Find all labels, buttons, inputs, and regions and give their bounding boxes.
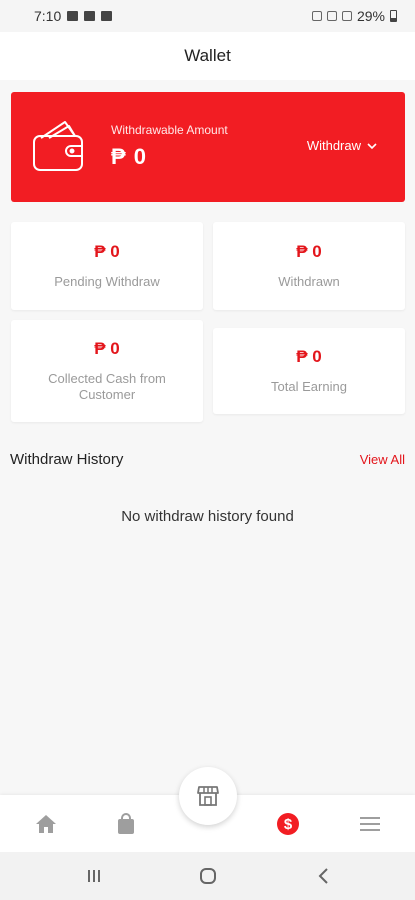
chevron-down-icon: [367, 142, 377, 149]
system-home-button[interactable]: [196, 866, 220, 886]
status-left: 7:10: [34, 8, 113, 24]
home-icon: [36, 815, 56, 833]
withdraw-label: Withdraw: [306, 138, 361, 153]
wallet-card: Withdrawable Amount ₱ 0 Withdraw: [11, 92, 405, 202]
pending-withdraw-value: ₱ 0: [94, 242, 120, 261]
system-home-icon: [200, 868, 216, 884]
total-earning-label: Total Earning: [271, 379, 347, 394]
store-button[interactable]: [179, 767, 237, 825]
status-time: 7:10: [34, 8, 62, 24]
store-icon: [197, 786, 219, 806]
system-back-button[interactable]: [312, 866, 336, 886]
menu-icon: [360, 817, 380, 831]
collected-cash-value: ₱ 0: [94, 339, 120, 358]
page-title: Wallet: [184, 46, 231, 65]
app-header: Wallet: [0, 32, 415, 80]
withdrawable-amount: ₱ 0: [111, 144, 148, 169]
system-nav-bar: [0, 852, 415, 900]
battery-percent: 29%: [356, 8, 385, 24]
status-bar: 7:10 29%: [0, 0, 415, 32]
withdraw-history-title: Withdraw History: [10, 451, 124, 468]
withdrawn-value: ₱ 0: [296, 242, 322, 261]
battery-icon: [390, 10, 397, 22]
withdrawable-label: Withdrawable Amount: [111, 123, 228, 137]
shopping-bag-icon: [118, 813, 134, 834]
view-all-link[interactable]: View All: [360, 452, 405, 467]
app-notification-icon: [101, 11, 113, 21]
total-earning-card: ₱ 0 Total Earning: [213, 328, 405, 414]
nav-home[interactable]: [34, 812, 58, 836]
nav-orders[interactable]: [114, 812, 138, 836]
dollar-icon: $: [277, 813, 299, 835]
withdraw-button[interactable]: Withdraw: [307, 138, 377, 153]
withdrawn-label: Withdrawn: [278, 274, 340, 289]
collected-cash-card: ₱ 0 Collected Cash from Customer: [11, 320, 203, 422]
back-chevron-icon: [318, 868, 328, 884]
nav-menu[interactable]: [358, 812, 382, 836]
wallet-icon: [33, 121, 83, 171]
pending-withdraw-card: ₱ 0 Pending Withdraw: [11, 222, 203, 310]
withdrawn-card: ₱ 0 Withdrawn: [213, 222, 405, 310]
status-right: 29%: [311, 8, 397, 24]
signal-icon: [341, 11, 352, 21]
collected-cash-label: Collected Cash from Customer: [48, 371, 166, 402]
recent-apps-icon: [88, 870, 100, 882]
wifi-icon: [326, 11, 337, 21]
total-earning-value: ₱ 0: [296, 347, 322, 366]
svg-text:$: $: [284, 816, 293, 833]
facebook-notification-icon: [84, 11, 96, 21]
empty-history-message: No withdraw history found: [121, 508, 294, 525]
gallery-notification-icon: [67, 11, 79, 21]
mute-icon: [311, 11, 322, 21]
recent-apps-button[interactable]: [82, 866, 106, 886]
nav-wallet[interactable]: $: [276, 812, 300, 836]
pending-withdraw-label: Pending Withdraw: [54, 274, 160, 289]
